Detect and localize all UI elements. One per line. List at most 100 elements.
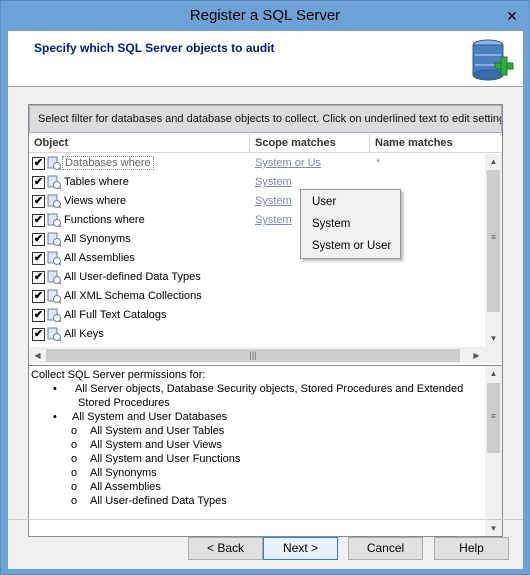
bullet-marker: o: [71, 495, 78, 507]
object-filter-icon: [47, 289, 61, 304]
row-name-match[interactable]: *: [376, 157, 380, 169]
grip-icon: |||: [249, 350, 257, 360]
menu-item-system[interactable]: System: [312, 218, 350, 230]
row-checkbox[interactable]: ✔: [32, 271, 45, 284]
object-filter-icon: [47, 327, 61, 342]
row-checkbox[interactable]: ✔: [32, 328, 45, 341]
row-label: Databases where: [62, 156, 154, 170]
bullet-marker: •: [53, 411, 57, 423]
object-filter-icon: [47, 232, 61, 247]
row-checkbox[interactable]: ✔: [32, 290, 45, 303]
row-label: All Keys: [64, 328, 104, 340]
scroll-thumb[interactable]: ≡: [487, 170, 500, 312]
permission-item: All System and User Tables: [90, 425, 225, 437]
grid-row-databases[interactable]: ✔ Databases where System or Us *: [29, 154, 485, 173]
permission-item: All System and User Views: [90, 439, 222, 451]
permission-item: All System and User Functions: [90, 453, 241, 465]
row-label: All User-defined Data Types: [64, 271, 201, 283]
grid-row-fulltext[interactable]: ✔ All Full Text Catalogs: [29, 306, 485, 325]
row-label: Tables where: [64, 176, 129, 188]
audit-objects-panel: Select filter for databases and database…: [28, 104, 503, 537]
menu-item-system-or-user[interactable]: System or User: [312, 240, 391, 252]
row-checkbox[interactable]: ✔: [32, 176, 45, 189]
permission-item: All User-defined Data Types: [90, 495, 227, 507]
row-checkbox[interactable]: ✔: [32, 195, 45, 208]
row-checkbox[interactable]: ✔: [32, 157, 45, 170]
row-scope-link[interactable]: System or Us: [255, 157, 321, 169]
scroll-up-icon[interactable]: ▲: [485, 154, 502, 170]
permissions-summary: Collect SQL Server permissions for: • Al…: [29, 365, 502, 536]
wizard-header: Specify which SQL Server objects to audi…: [8, 31, 523, 87]
close-icon[interactable]: ✕: [501, 6, 523, 26]
bullet-marker: o: [71, 467, 78, 479]
permissions-vertical-scrollbar[interactable]: ▲ ≡ ▼: [485, 366, 502, 536]
scroll-right-icon[interactable]: ▶: [468, 348, 485, 363]
object-filter-icon: [47, 213, 61, 228]
row-label: Functions where: [64, 214, 145, 226]
next-button[interactable]: Next >: [263, 537, 338, 560]
permission-item: Stored Procedures: [78, 397, 170, 409]
row-checkbox[interactable]: ✔: [32, 233, 45, 246]
bullet-marker: o: [71, 439, 78, 451]
row-label: All Full Text Catalogs: [64, 309, 167, 321]
back-button[interactable]: < Back: [188, 537, 263, 560]
grid-header: Object Scope matches Name matches: [29, 134, 502, 153]
object-filter-icon: [47, 251, 61, 266]
grid-row-keys[interactable]: ✔ All Keys: [29, 325, 485, 344]
scroll-left-icon[interactable]: ◀: [29, 348, 46, 363]
scroll-thumb[interactable]: ≡: [487, 383, 500, 453]
row-scope-link[interactable]: System: [255, 195, 292, 207]
grid-row-synonyms[interactable]: ✔ All Synonyms: [29, 230, 485, 249]
bullet-marker: o: [71, 481, 78, 493]
grid-row-xml-schema[interactable]: ✔ All XML Schema Collections: [29, 287, 485, 306]
row-checkbox[interactable]: ✔: [32, 214, 45, 227]
column-header-scope[interactable]: Scope matches: [250, 134, 370, 153]
menu-item-user[interactable]: User: [312, 196, 336, 208]
database-add-icon: [472, 39, 514, 81]
grid-row-tables[interactable]: ✔ Tables where System: [29, 173, 485, 192]
grip-icon: ≡: [490, 411, 497, 421]
row-label: All XML Schema Collections: [64, 290, 202, 302]
permission-item: All System and User Databases: [72, 411, 228, 423]
column-header-object[interactable]: Object: [29, 134, 250, 153]
bullet-marker: o: [71, 425, 78, 437]
row-label: All Synonyms: [64, 233, 131, 245]
dialog-client: Specify which SQL Server objects to audi…: [8, 31, 523, 569]
object-filter-icon: [47, 308, 61, 323]
row-label: All Assemblies: [64, 252, 135, 264]
dialog-window: Register a SQL Server ✕ Specify which SQ…: [0, 0, 530, 575]
permissions-intro: Collect SQL Server permissions for:: [31, 369, 206, 381]
scroll-down-icon[interactable]: ▼: [485, 331, 502, 347]
scrollbar-corner: [485, 347, 502, 363]
row-checkbox[interactable]: ✔: [32, 309, 45, 322]
scope-dropdown-menu: User System System or User: [300, 189, 401, 259]
window-title: Register a SQL Server: [189, 7, 341, 24]
help-button[interactable]: Help: [434, 537, 509, 560]
grid-horizontal-scrollbar[interactable]: ◀ ||| ▶: [29, 347, 485, 363]
objects-grid: Object Scope matches Name matches ✔ Data…: [29, 134, 502, 363]
row-checkbox[interactable]: ✔: [32, 252, 45, 265]
permission-item: All Synonyms: [90, 467, 157, 479]
object-filter-icon: [47, 175, 61, 190]
object-filter-icon: [47, 270, 61, 285]
wizard-step-title: Specify which SQL Server objects to audi…: [34, 41, 275, 55]
cancel-button[interactable]: Cancel: [348, 537, 423, 560]
bullet-marker: o: [71, 453, 78, 465]
permission-item: All Server objects, Database Security ob…: [75, 383, 464, 395]
grid-vertical-scrollbar[interactable]: ▲ ≡ ▼: [485, 154, 502, 347]
object-filter-icon: [47, 194, 61, 209]
row-label: Views where: [64, 195, 127, 207]
object-filter-icon: [47, 156, 61, 171]
bullet-marker: •: [53, 383, 57, 395]
row-scope-link[interactable]: System: [255, 176, 292, 188]
scroll-up-icon[interactable]: ▲: [485, 366, 502, 382]
filter-instructions: Select filter for databases and database…: [29, 105, 502, 133]
grid-row-assemblies[interactable]: ✔ All Assemblies: [29, 249, 485, 268]
title-bar[interactable]: Register a SQL Server ✕: [1, 1, 529, 31]
grid-row-views[interactable]: ✔ Views where System: [29, 192, 485, 211]
grid-row-functions[interactable]: ✔ Functions where System: [29, 211, 485, 230]
grid-row-udt[interactable]: ✔ All User-defined Data Types: [29, 268, 485, 287]
column-header-name[interactable]: Name matches: [370, 134, 502, 153]
row-scope-link[interactable]: System: [255, 214, 292, 226]
scroll-thumb[interactable]: |||: [46, 349, 460, 362]
